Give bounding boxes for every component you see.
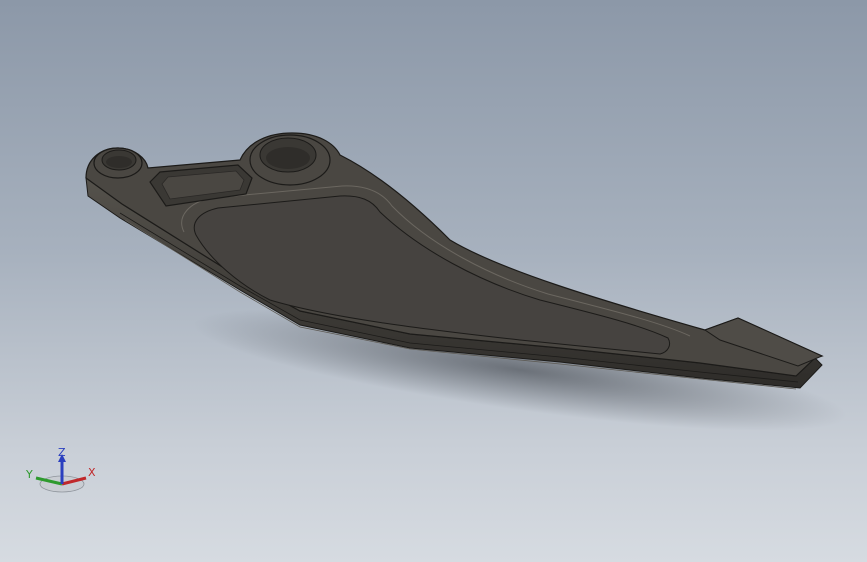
triad-x-label: X: [88, 466, 96, 479]
orientation-triad[interactable]: X Y Z: [22, 448, 102, 508]
graphics-viewport[interactable]: X Y Z: [0, 0, 867, 562]
part-hole-small-inner: [106, 156, 132, 168]
part-hole-large-inner: [266, 147, 310, 169]
part-model[interactable]: [0, 0, 867, 562]
triad-z-label: Z: [58, 448, 66, 459]
triad-y-label: Y: [25, 468, 33, 481]
